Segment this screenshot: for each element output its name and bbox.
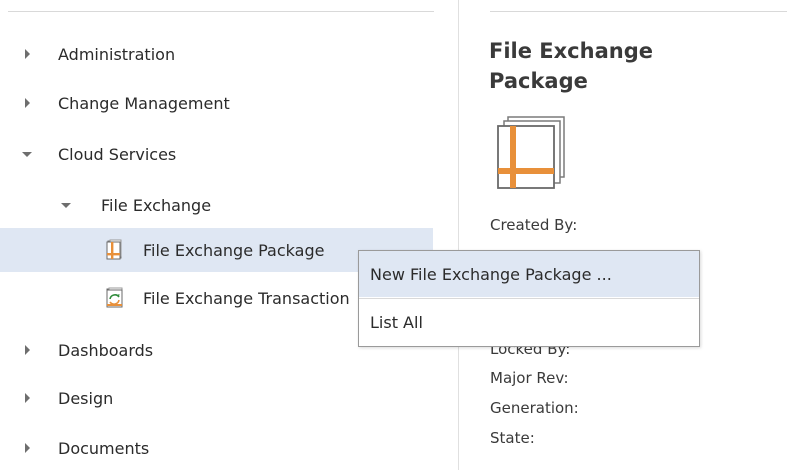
expand-arrow-icon[interactable] [22,443,32,453]
tree-item-file-exchange[interactable]: File Exchange [0,183,433,227]
expand-arrow-icon[interactable] [22,345,32,355]
menu-item-new-file-exchange-package[interactable]: New File Exchange Package ... [359,251,699,297]
tree-item-change-management[interactable]: Change Management [0,81,433,125]
created-by-label: Created By: [490,216,578,234]
tree-item-label: Documents [58,438,150,458]
transaction-icon [106,287,123,308]
collapse-arrow-icon[interactable] [22,149,32,159]
details-top-divider [490,11,787,12]
details-title: File Exchange Package [489,39,653,93]
app-frame: Administration Change Management Cloud S… [0,0,787,470]
tree-item-label: File Exchange Transaction [143,288,350,308]
tree-item-design[interactable]: Design [0,376,433,420]
package-large-icon [497,116,565,189]
tree-item-label: Design [58,388,114,408]
tree-item-label: Administration [58,44,176,64]
panel-divider[interactable] [458,0,459,470]
navigation-tree: Administration Change Management Cloud S… [0,0,458,470]
state-label: State: [490,429,535,447]
menu-item-list-all[interactable]: List All [359,299,699,345]
expand-arrow-icon[interactable] [22,49,32,59]
major-rev-label: Major Rev: [490,369,569,387]
tree-item-label: File Exchange [101,195,212,215]
context-menu: New File Exchange Package ... List All [358,250,700,347]
tree-item-label: Cloud Services [58,144,177,164]
expand-arrow-icon[interactable] [22,98,32,108]
tree-item-label: File Exchange Package [143,240,325,260]
collapse-arrow-icon[interactable] [61,200,71,210]
tree-top-divider [8,11,434,12]
tree-item-label: Dashboards [58,340,154,360]
tree-item-label: Change Management [58,93,230,113]
generation-label: Generation: [490,399,579,417]
expand-arrow-icon[interactable] [22,393,32,403]
tree-item-documents[interactable]: Documents [0,426,433,470]
package-icon [106,239,122,260]
tree-item-cloud-services[interactable]: Cloud Services [0,132,433,176]
tree-item-administration[interactable]: Administration [0,32,433,76]
